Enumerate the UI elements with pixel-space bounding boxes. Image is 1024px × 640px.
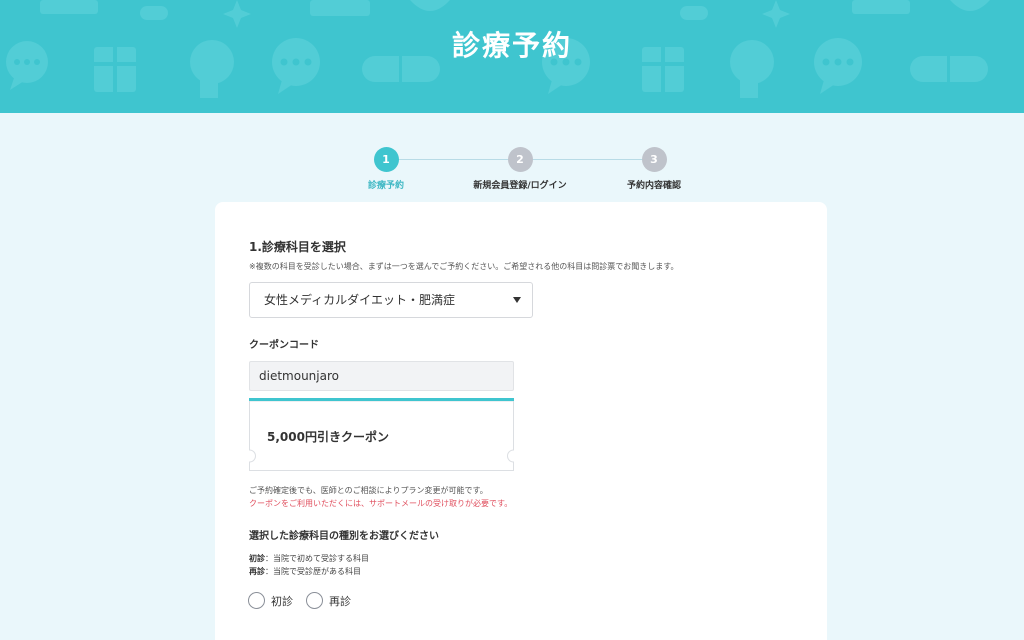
truck-icon [40, 0, 98, 14]
page-header: 診療予約 [0, 0, 1024, 113]
bottle-icon [680, 6, 708, 20]
return-visit-definition: 再診：当院で受診歴がある科目 [249, 566, 361, 577]
progress-stepper: 1 診療予約 2 新規会員登録/ログイン 3 予約内容確認 [330, 147, 710, 192]
coupon-ticket: 5,000円引きクーポン [249, 398, 514, 471]
leaf-icon [410, 0, 450, 11]
step-number: 3 [641, 147, 667, 172]
coupon-label: クーポンコード [249, 340, 319, 351]
return-visit-radio-label: 再診 [329, 595, 351, 608]
first-visit-term: 初診 [249, 554, 265, 563]
department-note: ※複数の科目を受診したい場合、まずは一つを選んでご予約ください。ご希望される他の… [249, 262, 679, 271]
department-section-title: 1.診療科目を選択 [249, 240, 346, 254]
coupon-warning-note: クーポンをご利用いただくには、サポートメールの受け取りが必要です。 [249, 499, 513, 508]
first-visit-radio-label: 初診 [271, 595, 293, 608]
plan-change-note: ご予約確定後でも、医師とのご相談によりプラン変更が可能です。 [249, 486, 488, 495]
first-visit-description: ：当院で初めて受診する科目 [265, 554, 369, 563]
caret-down-icon [513, 297, 521, 303]
radio-circle-icon[interactable] [306, 592, 323, 609]
step-1: 1 診療予約 [321, 147, 451, 191]
truck-icon [852, 0, 910, 14]
visit-type-title: 選択した診療科目の種別をお選びください [249, 531, 439, 542]
step-label: 診療予約 [367, 181, 404, 191]
step-3: 3 予約内容確認 [589, 147, 719, 191]
return-visit-term: 再診 [249, 567, 265, 576]
step-label: 新規会員登録/ログイン [473, 181, 567, 191]
truck-icon [310, 0, 370, 16]
step-number: 2 [507, 147, 533, 172]
coupon-code-input[interactable] [249, 361, 514, 391]
coupon-discount-text: 5,000円引きクーポン [267, 430, 389, 444]
return-visit-description: ：当院で受診歴がある科目 [265, 567, 361, 576]
bottle-icon [140, 6, 168, 20]
reservation-form-card: 1.診療科目を選択 ※複数の科目を受診したい場合、まずは一つを選んでご予約くださ… [215, 202, 827, 640]
page-title: 診療予約 [451, 29, 572, 62]
department-selected-value: 女性メディカルダイエット・肥満症 [264, 293, 456, 307]
first-visit-definition: 初診：当院で初めて受診する科目 [249, 553, 369, 564]
leaf-icon [950, 0, 990, 11]
step-number: 1 [373, 147, 399, 172]
step-2: 2 新規会員登録/ログイン [455, 147, 585, 191]
step-label: 予約内容確認 [626, 181, 681, 191]
department-select[interactable]: 女性メディカルダイエット・肥満症 [249, 282, 533, 318]
radio-circle-icon[interactable] [248, 592, 265, 609]
